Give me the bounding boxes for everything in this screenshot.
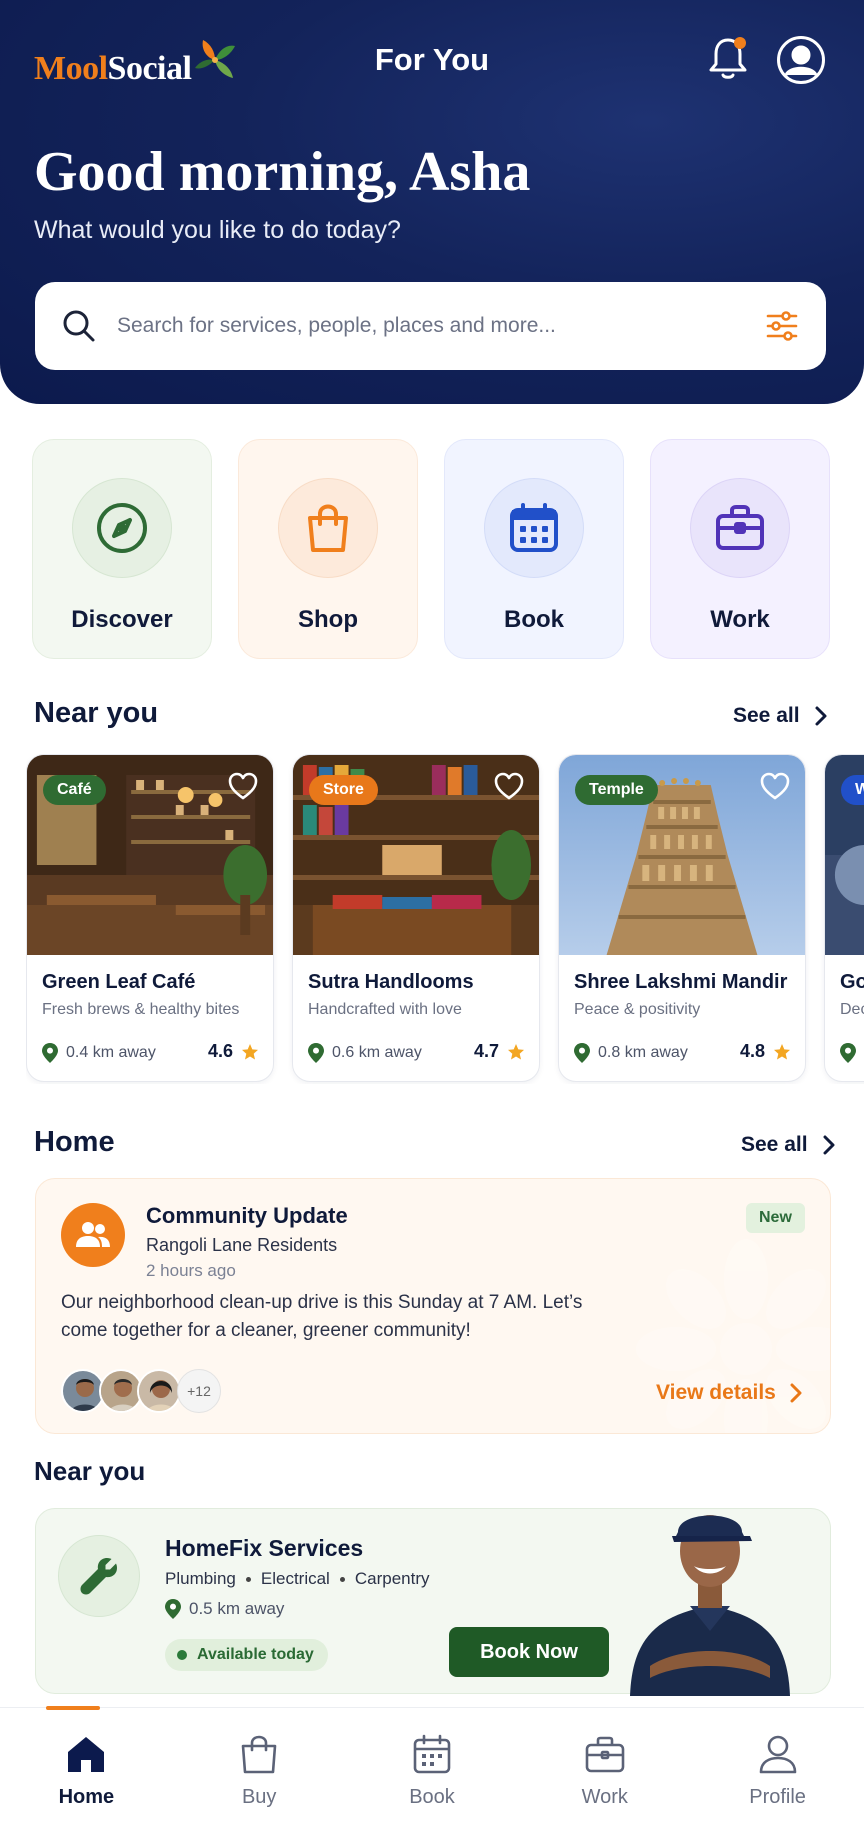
see-all-home-link[interactable]: See all bbox=[741, 1133, 836, 1157]
service-tags: Plumbing Electrical Carpentry bbox=[165, 1569, 430, 1588]
nav-work[interactable]: Work bbox=[518, 1708, 691, 1821]
compass-icon bbox=[97, 503, 147, 553]
user-icon bbox=[759, 1735, 796, 1774]
update-timestamp: 2 hours ago bbox=[146, 1261, 236, 1280]
update-title: Community Update bbox=[146, 1203, 348, 1228]
place-card-green-leaf-cafe[interactable]: Café Green Leaf Café Fresh brews & healt… bbox=[26, 754, 274, 1082]
calendar-icon bbox=[510, 503, 558, 552]
nav-buy[interactable]: Buy bbox=[173, 1708, 346, 1821]
category-discover[interactable]: Discover bbox=[32, 439, 212, 659]
place-distance: 0.4 km away bbox=[42, 1043, 156, 1063]
search-input[interactable]: Search for services, people, places and … bbox=[117, 314, 764, 338]
nav-book[interactable]: Book bbox=[346, 1708, 519, 1821]
chevron-right-icon bbox=[815, 706, 827, 726]
category-label: Book bbox=[504, 606, 564, 633]
briefcase-icon bbox=[585, 1736, 625, 1773]
store-photo: Store bbox=[293, 755, 539, 955]
location-pin-icon bbox=[42, 1043, 58, 1063]
wrench-icon bbox=[58, 1535, 140, 1617]
section-heading-home: Home bbox=[34, 1126, 115, 1158]
update-body: Our neighborhood clean-up drive is this … bbox=[61, 1292, 583, 1341]
category-label: Work bbox=[710, 606, 770, 633]
hero-header: MoolSocial For You Good morning, Asha Wh… bbox=[0, 0, 864, 404]
place-name: Shree Lakshmi Mandir bbox=[574, 971, 788, 993]
shopping-bag-icon bbox=[308, 504, 348, 552]
place-badge: W bbox=[841, 775, 864, 805]
category-book[interactable]: Book bbox=[444, 439, 624, 659]
new-badge: New bbox=[746, 1203, 805, 1233]
place-name: Green Leaf Café bbox=[42, 971, 196, 993]
update-group: Rangoli Lane Residents bbox=[146, 1235, 338, 1255]
location-pin-icon bbox=[165, 1599, 181, 1619]
favorite-heart-icon[interactable] bbox=[493, 771, 525, 803]
near-you-carousel[interactable]: Café Green Leaf Café Fresh brews & healt… bbox=[26, 754, 864, 1084]
home-icon bbox=[68, 1737, 105, 1772]
community-group-icon bbox=[61, 1203, 125, 1267]
book-now-button[interactable]: Book Now bbox=[449, 1627, 609, 1677]
place-badge: Store bbox=[309, 775, 378, 805]
place-badge: Café bbox=[43, 775, 106, 805]
search-icon bbox=[63, 310, 95, 342]
category-label: Discover bbox=[71, 606, 173, 633]
category-tiles: Discover Shop Book Work bbox=[32, 439, 832, 659]
filter-sliders-icon[interactable] bbox=[764, 308, 800, 344]
bottom-navigation: Home Buy Book Work Profile bbox=[0, 1706, 864, 1821]
place-description: Fresh brews & healthy bites bbox=[42, 1001, 240, 1018]
place-description: Handcrafted with love bbox=[308, 1001, 462, 1018]
nav-home[interactable]: Home bbox=[0, 1706, 173, 1821]
place-card-sutra-handlooms[interactable]: Store Sutra Handlooms Handcrafted with l… bbox=[292, 754, 540, 1082]
place-badge: Temple bbox=[575, 775, 658, 805]
place-rating: 4.8 bbox=[740, 1041, 791, 1062]
place-description: Peace & positivity bbox=[574, 1001, 701, 1018]
place-distance bbox=[840, 1043, 856, 1063]
view-details-link[interactable]: View details bbox=[656, 1381, 802, 1405]
profile-avatar-icon[interactable] bbox=[776, 35, 826, 85]
place-name: Sutra Handlooms bbox=[308, 971, 474, 993]
location-pin-icon bbox=[840, 1043, 856, 1063]
calendar-icon bbox=[413, 1734, 451, 1774]
star-icon bbox=[508, 1043, 524, 1059]
shopping-bag-icon bbox=[241, 1735, 277, 1774]
briefcase-icon bbox=[716, 505, 764, 550]
category-shop[interactable]: Shop bbox=[238, 439, 418, 659]
place-distance: 0.6 km away bbox=[308, 1043, 422, 1063]
availability-badge: Available today bbox=[165, 1639, 328, 1671]
place-description: Dec bbox=[840, 1001, 864, 1018]
category-work[interactable]: Work bbox=[650, 439, 830, 659]
place-rating: 4.6 bbox=[208, 1041, 259, 1062]
category-label: Shop bbox=[298, 606, 358, 633]
section-heading-near-you: Near you bbox=[34, 697, 159, 729]
star-icon bbox=[242, 1043, 258, 1059]
nav-profile[interactable]: Profile bbox=[691, 1708, 864, 1821]
active-tab-indicator bbox=[46, 1706, 100, 1710]
favorite-heart-icon[interactable] bbox=[227, 771, 259, 803]
place-card-partial[interactable]: W Go Dec bbox=[824, 754, 864, 1082]
see-all-near-you-link[interactable]: See all bbox=[733, 704, 828, 728]
participant-avatars[interactable]: +12 bbox=[61, 1369, 221, 1413]
service-distance: 0.5 km away bbox=[165, 1599, 284, 1619]
chevron-right-icon bbox=[790, 1383, 802, 1403]
greeting-heading: Good morning, Asha bbox=[34, 141, 531, 203]
greeting-subtitle: What would you like to do today? bbox=[34, 216, 401, 244]
favorite-heart-icon[interactable] bbox=[759, 771, 791, 803]
temple-photo: Temple bbox=[559, 755, 805, 955]
place-name: Go bbox=[840, 971, 864, 993]
service-worker-photo bbox=[630, 1515, 790, 1696]
more-participants-count: +12 bbox=[177, 1369, 221, 1413]
place-photo: W bbox=[825, 755, 864, 955]
place-rating: 4.7 bbox=[474, 1041, 525, 1062]
place-card-shree-lakshmi-mandir[interactable]: Temple Shree Lakshmi Mandir Peace & posi… bbox=[558, 754, 806, 1082]
notification-dot bbox=[734, 37, 746, 49]
star-icon bbox=[774, 1043, 790, 1059]
search-bar[interactable]: Search for services, people, places and … bbox=[35, 282, 826, 370]
section-heading-near-you-services: Near you bbox=[34, 1456, 146, 1486]
location-pin-icon bbox=[308, 1043, 324, 1063]
avatar bbox=[137, 1369, 181, 1413]
chevron-right-icon bbox=[823, 1135, 835, 1155]
community-update-card[interactable]: Community Update Rangoli Lane Residents … bbox=[35, 1178, 831, 1434]
location-pin-icon bbox=[574, 1043, 590, 1063]
place-distance: 0.8 km away bbox=[574, 1043, 688, 1063]
cafe-photo: Café bbox=[27, 755, 273, 955]
service-name: HomeFix Services bbox=[165, 1535, 364, 1561]
